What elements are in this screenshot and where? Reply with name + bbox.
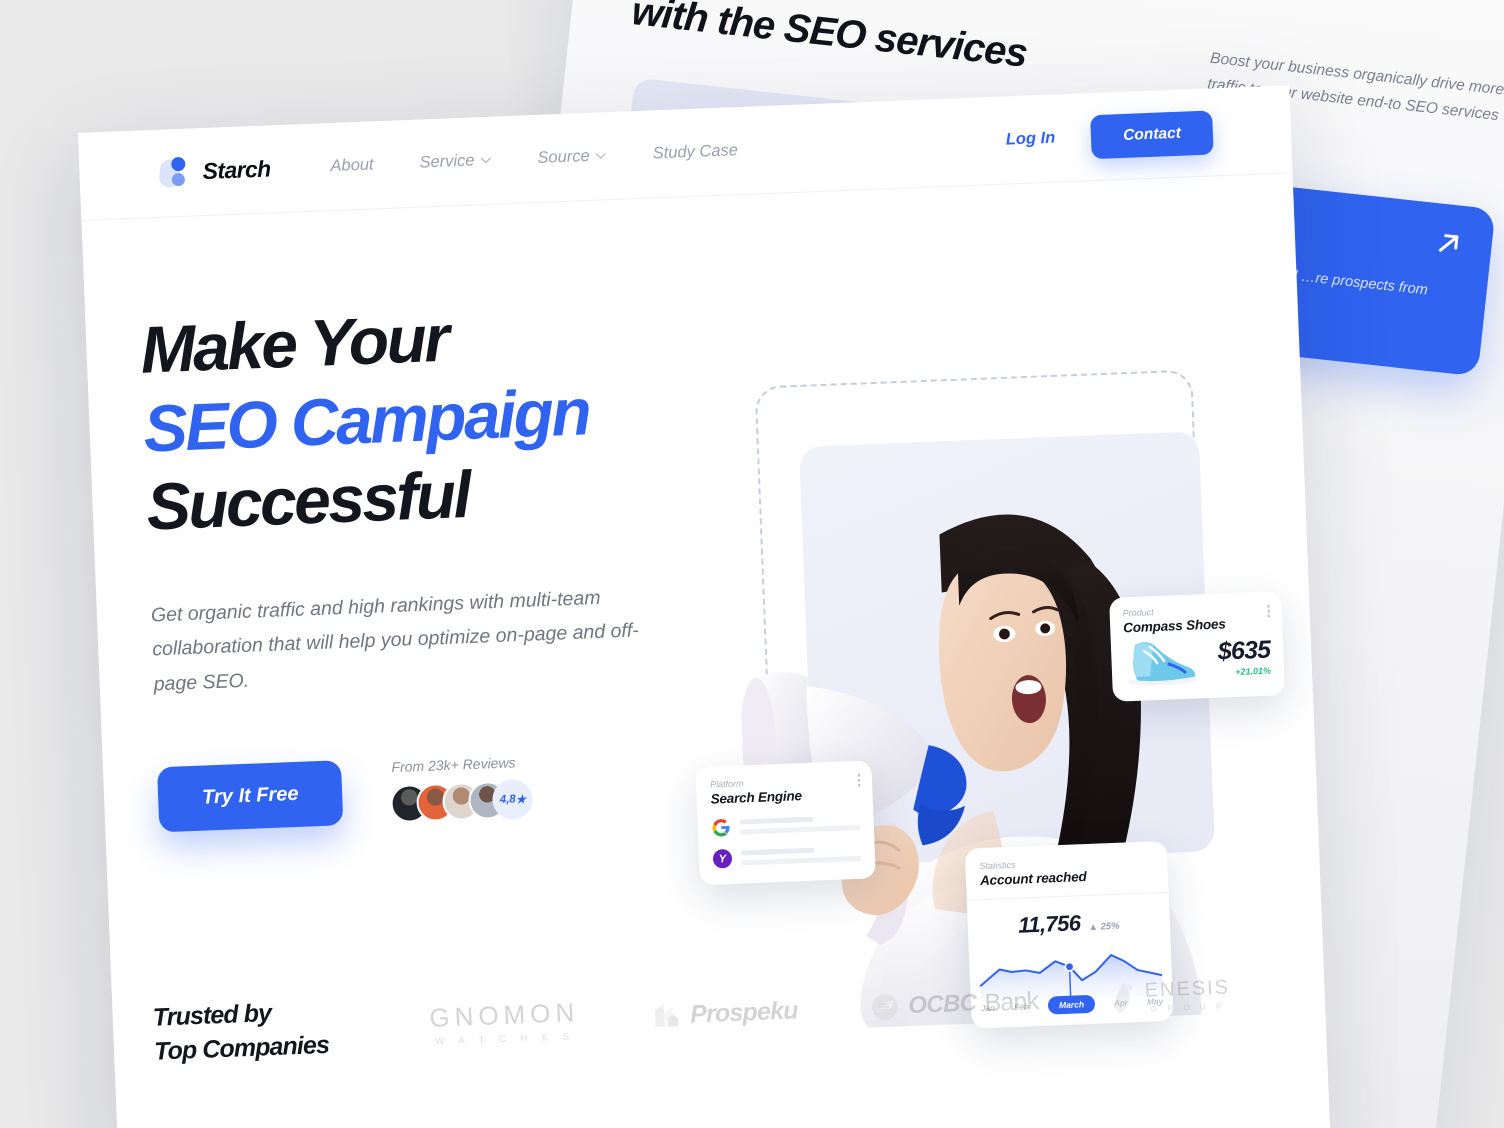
yahoo-icon: Y	[712, 848, 733, 869]
logo-gnomon: GNOMON W A T C H E S	[429, 997, 581, 1048]
foreground-landing-page: Starch About Service Source Study Case L…	[78, 85, 1333, 1128]
logo-ocbc-name: OCBC	[907, 989, 978, 1020]
brand-name: Starch	[202, 155, 272, 185]
contact-button[interactable]: Contact	[1090, 109, 1214, 159]
ocbc-mark-icon	[872, 993, 899, 1020]
brand-logo[interactable]: Starch	[158, 152, 272, 190]
logo-enesis-sub: G R O U P	[1150, 1001, 1226, 1014]
product-card[interactable]: Product Compass Shoes $635 +21.01%	[1109, 591, 1285, 702]
product-title: Compass Shoes	[1122, 616, 1226, 636]
search-engine-row-yahoo: Y	[712, 844, 862, 869]
trusted-by-label: Trusted by Top Companies	[92, 993, 394, 1072]
try-it-free-button[interactable]: Try It Free	[156, 759, 344, 833]
hero-cta-row: Try It Free From 23k+ Reviews 4,8 ★	[156, 744, 719, 833]
hero-visual: Platform Search Engine Y Product Compass…	[695, 248, 1285, 1033]
star-icon: ★	[515, 793, 527, 807]
search-engine-card[interactable]: Platform Search Engine Y	[695, 760, 876, 886]
nav-item-study-case[interactable]: Study Case	[652, 141, 738, 163]
reviews-label: From 23k+ Reviews	[391, 754, 516, 775]
nav-item-study-case-label: Study Case	[652, 141, 739, 163]
logo-enesis-group: ENESIS G R O U P	[1110, 976, 1231, 1015]
nav-item-about-label: About	[330, 155, 374, 176]
hero-headline: Make Your SEO Campaign Successful	[139, 289, 708, 546]
reviewer-avatars: 4,8 ★	[390, 778, 534, 824]
nav-item-service[interactable]: Service	[419, 151, 492, 173]
google-icon	[712, 819, 730, 837]
navbar-actions: Log In Contact	[1005, 109, 1214, 162]
logo-prospeku: Prospeku	[652, 995, 799, 1031]
nav-links: About Service Source Study Case	[330, 141, 738, 176]
arrow-up-right-icon[interactable]	[1432, 227, 1465, 260]
house-icon	[654, 1004, 679, 1028]
product-price-block: $635 +21.01%	[1217, 636, 1271, 678]
logo-enesis-name: ENESIS	[1144, 976, 1231, 1002]
trusted-by-section: Trusted by Top Companies GNOMON W A T C …	[111, 915, 1328, 1112]
logo-prospeku-name: Prospeku	[689, 995, 799, 1029]
background-headline: with the SEO services	[629, 0, 1030, 76]
logo-gnomon-name: GNOMON	[428, 996, 580, 1033]
shoe-image	[1128, 642, 1196, 686]
nav-item-source[interactable]: Source	[537, 146, 607, 168]
logo-ocbc-bank: OCBC Bank	[870, 986, 1039, 1023]
product-price: $635	[1217, 635, 1271, 666]
logo-gnomon-sub: W A T C H E S	[435, 1030, 576, 1048]
login-link[interactable]: Log In	[1005, 129, 1055, 150]
hero-content: Make Your SEO Campaign Successful Get or…	[139, 289, 719, 833]
partner-logos: GNOMON W A T C H E S Prospeku OCBC Bank …	[392, 967, 1325, 1049]
leaf-icon	[1114, 982, 1133, 1013]
nav-item-service-label: Service	[419, 151, 475, 172]
reviews-block: From 23k+ Reviews 4,8 ★	[389, 751, 534, 824]
more-options-icon[interactable]	[1266, 604, 1270, 618]
nav-item-source-label: Source	[537, 146, 591, 167]
product-change: +21.01%	[1235, 665, 1272, 677]
logo-ocbc-sub: Bank	[983, 986, 1039, 1017]
search-engine-row-google	[711, 813, 860, 838]
screenshot-stage: with the SEO services Boost your busines…	[0, 0, 1504, 1128]
rating-badge: 4,8 ★	[492, 778, 534, 820]
chevron-down-icon[interactable]	[596, 152, 607, 159]
nav-item-about[interactable]: About	[330, 155, 374, 176]
starch-logo-icon	[158, 155, 194, 190]
rating-value: 4,8	[499, 793, 516, 806]
chevron-down-icon[interactable]	[480, 157, 491, 164]
search-engine-title: Search Engine	[710, 788, 803, 807]
hero-paragraph: Get organic traffic and high rankings wi…	[150, 586, 640, 696]
more-options-icon[interactable]	[857, 773, 861, 787]
